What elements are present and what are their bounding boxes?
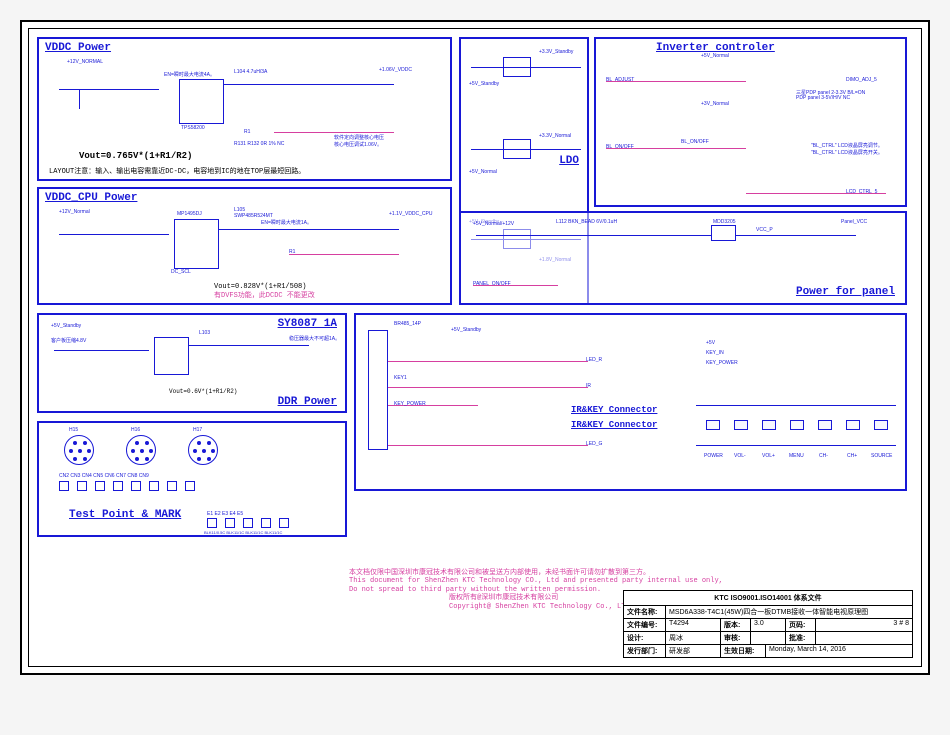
vddc-title: VDDC Power <box>45 42 111 54</box>
irkey-title-1: IR&KEY Connector <box>571 405 657 415</box>
title-block: KTC ISO9001.ISO14001 体系文件 文件名称: MSD6A338… <box>623 590 913 658</box>
btn-ch-up[interactable] <box>846 420 860 430</box>
dvfs-note: 有DVFS功能，此DCDC 不能更改 <box>214 290 315 300</box>
ddr-subtitle: SY8087 1A <box>278 318 337 330</box>
conn-h15 <box>64 435 94 465</box>
block-inverter: Inverter controler +5V_Normal BL_ADJUST … <box>594 37 907 207</box>
tp-cn8 <box>167 481 177 491</box>
titleblock-head: KTC ISO9001.ISO14001 体系文件 <box>624 591 912 605</box>
drawing-sheet: VDDC Power +12V_NORMAL TPS58200 L104 4.7… <box>20 20 930 675</box>
vddc-vout-rail: +1.06V_VDDC <box>379 67 412 73</box>
btn-source[interactable] <box>874 420 888 430</box>
inner-frame: VDDC Power +12V_NORMAL TPS58200 L104 4.7… <box>28 28 922 667</box>
conn-h17 <box>188 435 218 465</box>
conn-h16 <box>126 435 156 465</box>
btn-power[interactable] <box>706 420 720 430</box>
btn-vol-down[interactable] <box>734 420 748 430</box>
tp-cn2 <box>59 481 69 491</box>
btn-menu[interactable] <box>790 420 804 430</box>
tp-title: Test Point & MARK <box>69 509 181 521</box>
block-irkey: BR485_14P +5V_Standby LED_R IR KEY1 KEY_… <box>354 313 907 491</box>
ddr-ic <box>154 337 189 375</box>
tb-filename: MSD6A338-T4C1(45W)四合一板DTMB接收一体智能电视原理图 <box>666 606 912 618</box>
irkey-connector <box>368 330 388 450</box>
tp-cn3 <box>77 481 87 491</box>
block-ddr-power: SY8087 1A DDR Power +5V_Standby 客户板压缩4.8… <box>37 313 347 413</box>
tp-cn7 <box>149 481 159 491</box>
mark-e1 <box>207 518 217 528</box>
tp-cn4 <box>95 481 105 491</box>
block-vddc-cpu-power: VDDC_CPU Power +12V_Normal MP1495DJ L105… <box>37 187 452 305</box>
tp-cn5 <box>113 481 123 491</box>
block-testpoint: Test Point & MARK H15 H16 H17 <box>37 421 347 537</box>
vddc-ic <box>179 79 224 124</box>
vddc-cpu-title: VDDC_CPU Power <box>45 192 137 204</box>
panel-title: Power for panel <box>796 286 895 298</box>
vddc-formula: Vout=0.765V*(1+R1/R2) <box>79 151 192 161</box>
mark-e2 <box>225 518 235 528</box>
tp-cn9 <box>185 481 195 491</box>
ldo-ic2 <box>503 139 531 159</box>
ldo-ic1 <box>503 57 531 77</box>
vddc-layout-note: LAYOUT注意：输入、输出电容需靠近DC-DC，电容地到IC的地在TOP层最短… <box>49 166 305 176</box>
mark-e3 <box>243 518 253 528</box>
btn-vol-up[interactable] <box>762 420 776 430</box>
vddc-cpu-ic <box>174 219 219 269</box>
tp-cn6 <box>131 481 141 491</box>
panel-mosfet <box>711 225 736 241</box>
ddr-title: DDR Power <box>278 396 337 408</box>
vddc-vin-rail: +12V_NORMAL <box>67 59 103 65</box>
mark-e5 <box>279 518 289 528</box>
block-vddc-power: VDDC Power +12V_NORMAL TPS58200 L104 4.7… <box>37 37 452 181</box>
inverter-title: Inverter controler <box>656 42 775 54</box>
ldo-title: LDO <box>559 155 579 167</box>
irkey-title-2: IR&KEY Connector <box>571 420 657 430</box>
mark-e4 <box>261 518 271 528</box>
block-panel-power: Power for panel +5V_Normal/+12V L112 BKN… <box>459 211 907 305</box>
btn-ch-down[interactable] <box>818 420 832 430</box>
